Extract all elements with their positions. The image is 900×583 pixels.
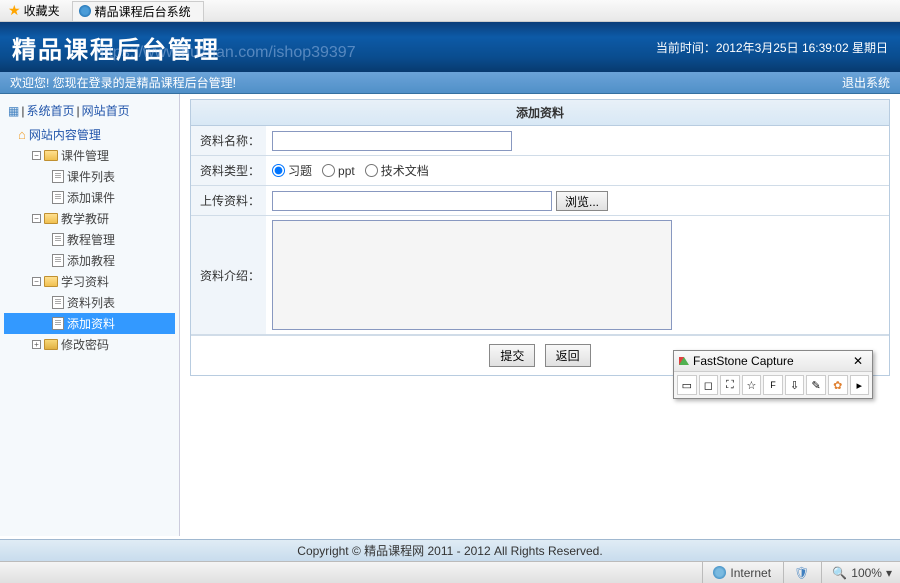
faststone-title-text: FastStone Capture [693, 354, 794, 368]
status-bar: Internet 🛡 🔍 100% ▾ [0, 561, 900, 583]
label-upload: 上传资料： [191, 186, 266, 215]
chevron-down-icon: ▾ [886, 566, 892, 580]
submit-button[interactable]: 提交 [489, 344, 535, 367]
folder-icon [44, 150, 58, 161]
back-button[interactable]: 返回 [545, 344, 591, 367]
close-icon[interactable]: ✕ [849, 354, 867, 368]
tree-lesson-mgmt[interactable]: 教程管理 [4, 229, 175, 250]
home-icon: ⌂ [18, 127, 26, 142]
folder-icon [44, 276, 58, 287]
minus-icon: − [32, 151, 41, 160]
fs-tool-color-picker[interactable]: ✎ [806, 375, 826, 395]
page-icon [52, 233, 64, 246]
radio-doc[interactable]: 技术文档 [365, 162, 429, 179]
plus-icon: + [32, 340, 41, 349]
fs-tool-window-object[interactable]: ◻ [699, 375, 719, 395]
faststone-logo-icon [679, 357, 689, 365]
radio-ppt[interactable]: ppt [322, 164, 355, 178]
page-icon [52, 191, 64, 204]
tree-root[interactable]: ⌂ 网站内容管理 [4, 124, 175, 145]
fs-tool-active-window[interactable]: ▭ [677, 375, 697, 395]
watermark: https://www.huzhan.com/ishop39397 [95, 44, 356, 62]
star-icon: ★ [8, 2, 21, 19]
tree-materials[interactable]: − 学习资料 [4, 271, 175, 292]
label-type: 资料类型： [191, 156, 266, 185]
fs-tool-freehand[interactable]: ☆ [742, 375, 762, 395]
browser-chrome: ★ 收藏夹 精品课程后台系统 [0, 0, 900, 22]
header: 精品课程后台管理 https://www.huzhan.com/ishop393… [0, 22, 900, 72]
minus-icon: − [32, 277, 41, 286]
system-home-link[interactable]: 系统首页 [26, 102, 74, 119]
logout-link[interactable]: 退出系统 [842, 74, 890, 91]
fs-tool-fullscreen[interactable]: F [763, 375, 783, 395]
faststone-capture-window[interactable]: FastStone Capture ✕ ▭ ◻ ⛶ ☆ F ⇩ ✎ ✿ ▸ [673, 350, 873, 399]
grid-icon: ▦ [8, 104, 19, 118]
fs-tool-output[interactable]: ▸ [850, 375, 870, 395]
ie-icon [79, 5, 91, 17]
nav-tree: ⌂ 网站内容管理 − 课件管理 课件列表 添加课件 − 教学教研 [0, 122, 179, 357]
page-icon [52, 254, 64, 267]
main-content: 添加资料 资料名称： 资料类型： 习题 ppt 技术文档 上传资料： [180, 94, 900, 536]
label-intro: 资料介绍： [191, 216, 266, 334]
tree-materials-list[interactable]: 资料列表 [4, 292, 175, 313]
shield-icon: 🛡 [794, 566, 809, 580]
fs-tool-scrolling[interactable]: ⇩ [785, 375, 805, 395]
footer: Copyright © 精品课程网 2011 - 2012 All Rights… [0, 539, 900, 561]
favorites-label: 收藏夹 [24, 2, 60, 19]
tree-courseware[interactable]: − 课件管理 [4, 145, 175, 166]
protected-mode: 🛡 [783, 562, 809, 583]
page-icon [52, 170, 64, 183]
tree-materials-add[interactable]: 添加资料 [4, 313, 175, 334]
current-time: 当前时间：2012年3月25日 16:39:02 星期日 [656, 39, 888, 56]
tree-courseware-add[interactable]: 添加课件 [4, 187, 175, 208]
browse-button[interactable]: 浏览... [556, 191, 608, 211]
site-home-link[interactable]: 网站首页 [82, 102, 130, 119]
tree-change-pw[interactable]: + 修改密码 [4, 334, 175, 355]
page-icon [52, 296, 64, 309]
tree-teaching[interactable]: − 教学教研 [4, 208, 175, 229]
sub-header: 欢迎您! 您现在登录的是精品课程后台管理! 退出系统 [0, 72, 900, 94]
fs-tool-rectangle[interactable]: ⛶ [720, 375, 740, 395]
status-internet: Internet [702, 562, 771, 583]
page-icon [52, 317, 64, 330]
material-name-input[interactable] [272, 131, 512, 151]
folder-icon [44, 213, 58, 224]
zoom-icon: 🔍 [832, 566, 847, 580]
browser-tab[interactable]: 精品课程后台系统 [72, 1, 204, 21]
minus-icon: − [32, 214, 41, 223]
add-material-form: 添加资料 资料名称： 资料类型： 习题 ppt 技术文档 上传资料： [190, 99, 890, 376]
favorites-button[interactable]: ★ 收藏夹 [0, 0, 68, 21]
welcome-text: 欢迎您! 您现在登录的是精品课程后台管理! [10, 74, 236, 91]
sidebar: ▦ | 系统首页 | 网站首页 ⌂ 网站内容管理 − 课件管理 课件列表 添加 [0, 94, 180, 536]
form-title: 添加资料 [191, 100, 889, 126]
folder-icon [44, 339, 58, 350]
tree-lesson-add[interactable]: 添加教程 [4, 250, 175, 271]
radio-xiti[interactable]: 习题 [272, 162, 312, 179]
zoom-control[interactable]: 🔍 100% ▾ [821, 562, 892, 583]
tree-courseware-list[interactable]: 课件列表 [4, 166, 175, 187]
upload-path-input[interactable] [272, 191, 552, 211]
fs-tool-settings[interactable]: ✿ [828, 375, 848, 395]
globe-icon [713, 566, 726, 579]
intro-textarea[interactable] [272, 220, 672, 330]
label-name: 资料名称： [191, 126, 266, 155]
tab-title: 精品课程后台系统 [95, 3, 191, 20]
